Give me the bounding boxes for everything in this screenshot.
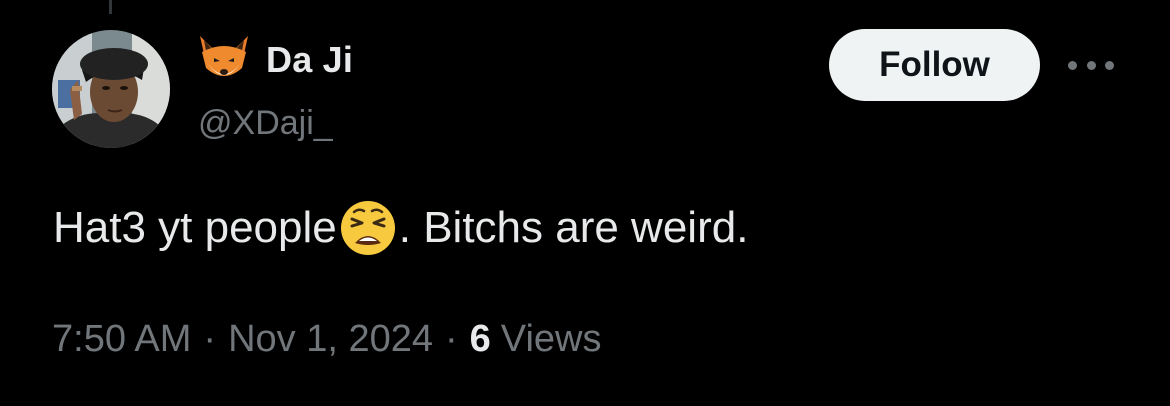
author-display-name[interactable]: Da Ji <box>266 39 353 81</box>
follow-button[interactable]: Follow <box>829 29 1040 101</box>
more-dot <box>1105 60 1114 70</box>
separator: · <box>445 318 458 360</box>
more-dot <box>1086 60 1096 70</box>
weary-face-icon <box>340 201 395 255</box>
tweet-metadata: 7:50 AM · Nov 1, 2024 · 6 Views <box>52 318 601 361</box>
tweet-date[interactable]: Nov 1, 2024 <box>228 318 433 361</box>
views-count: 6 <box>469 318 491 360</box>
thread-connector-line <box>109 0 112 14</box>
tweet-text-part-1: Hat3 yt people <box>53 203 337 252</box>
fox-face-icon <box>200 36 248 76</box>
more-options-icon[interactable] <box>1068 58 1114 72</box>
author-handle[interactable]: @XDaji_ <box>198 104 333 143</box>
tweet-text-part-2: . Bitchs are weird. <box>398 203 749 252</box>
author-name-row[interactable]: Da Ji <box>196 34 353 86</box>
avatar[interactable] <box>52 30 170 148</box>
tweet-text: Hat3 yt people . Bitchs are weird. <box>53 198 748 258</box>
separator: · <box>203 318 217 360</box>
more-dot <box>1068 60 1077 70</box>
tweet-time[interactable]: 7:50 AM <box>52 318 191 361</box>
views-label: Views <box>500 318 602 360</box>
